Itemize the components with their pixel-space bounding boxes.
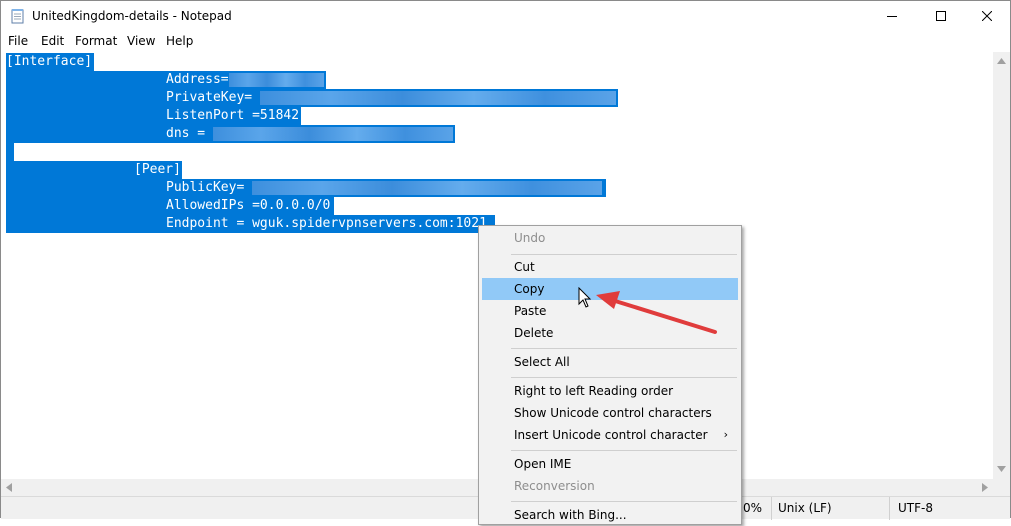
menu-edit[interactable]: Edit — [41, 34, 64, 48]
maximize-button[interactable] — [918, 1, 964, 31]
menu-item-label: Right to left Reading order — [514, 384, 674, 398]
text-line: [Interface] — [6, 53, 92, 71]
privatekey-key: PrivateKey= — [166, 90, 253, 105]
menu-format[interactable]: Format — [75, 34, 117, 48]
vertical-scrollbar[interactable] — [993, 52, 1010, 479]
menu-item-label: Delete — [514, 326, 554, 340]
peer-header: [Peer] — [134, 162, 181, 177]
menu-item-undo[interactable]: Undo — [482, 227, 738, 249]
menu-item-open-ime[interactable]: Open IME — [482, 453, 738, 475]
interface-header: [Interface] — [6, 54, 93, 69]
close-button[interactable] — [964, 1, 1010, 31]
menu-separator — [511, 348, 737, 349]
scroll-left-icon[interactable] — [6, 483, 12, 492]
menu-item-label: Search with Bing... — [514, 508, 627, 522]
notepad-app-icon — [11, 9, 24, 24]
title-bar[interactable]: UnitedKingdom-details - Notepad — [1, 1, 1010, 31]
text-line: AllowedIPs =0.0.0.0/0 — [166, 197, 330, 215]
menu-item-label: Copy — [514, 282, 545, 296]
status-divider — [889, 497, 890, 520]
status-encoding: UTF-8 — [898, 501, 933, 515]
menu-item-show-unicode[interactable]: Show Unicode control characters — [482, 402, 738, 424]
menu-item-insert-unicode[interactable]: Insert Unicode control character › — [482, 424, 738, 446]
status-zoom: 0% — [743, 501, 763, 515]
window-title: UnitedKingdom-details - Notepad — [32, 9, 232, 23]
text-line: PublicKey= — [166, 179, 603, 197]
menu-item-label: Undo — [514, 231, 546, 245]
menu-item-label: Open IME — [514, 457, 572, 471]
menu-bar: File Edit Format View Help — [1, 31, 1010, 52]
dns-key: dns = — [166, 126, 206, 141]
menu-separator — [511, 501, 737, 502]
context-menu: Undo Cut Copy Paste Delete Select All Ri… — [478, 225, 742, 525]
minimize-button[interactable] — [869, 1, 915, 31]
status-divider — [771, 497, 772, 520]
text-line: Address= — [166, 71, 324, 89]
menu-item-label: Paste — [514, 304, 547, 318]
menu-item-label: Show Unicode control characters — [514, 406, 712, 420]
redacted-dns — [212, 126, 453, 141]
redacted-public-key — [252, 180, 603, 195]
status-line-ending: Unix (LF) — [778, 501, 832, 515]
endpoint-line: Endpoint = wguk.spidervpnservers.com:102… — [166, 216, 487, 231]
text-line: dns = — [166, 125, 453, 143]
menu-item-rtl-reading[interactable]: Right to left Reading order — [482, 380, 738, 402]
menu-item-label: Reconversion — [514, 479, 595, 493]
menu-item-search-bing[interactable]: Search with Bing... — [482, 504, 738, 526]
submenu-arrow-icon: › — [723, 428, 728, 441]
menu-item-reconversion[interactable]: Reconversion — [482, 475, 738, 497]
menu-help[interactable]: Help — [166, 34, 193, 48]
publickey-key: PublicKey= — [166, 180, 245, 195]
text-line: [Peer] — [134, 161, 181, 179]
menu-item-label: Insert Unicode control character — [514, 428, 708, 442]
annotation-arrow-icon — [596, 291, 717, 334]
menu-view[interactable]: View — [127, 34, 155, 48]
text-line: PrivateKey= — [166, 89, 616, 107]
minimize-icon — [887, 16, 897, 17]
maximize-icon — [936, 11, 946, 21]
menu-separator — [511, 377, 737, 378]
selection-highlight — [6, 143, 14, 161]
scroll-corner — [993, 479, 1010, 496]
text-line: ListenPort =51842 — [166, 107, 299, 125]
menu-file[interactable]: File — [8, 34, 28, 48]
scroll-down-icon[interactable] — [997, 466, 1006, 472]
scroll-right-icon[interactable] — [982, 483, 988, 492]
redacted-private-key — [259, 90, 616, 105]
menu-item-select-all[interactable]: Select All — [482, 351, 738, 373]
menu-separator — [511, 254, 737, 255]
menu-item-label: Select All — [514, 355, 570, 369]
close-icon — [982, 11, 992, 21]
text-line: Endpoint = wguk.spidervpnservers.com:102… — [166, 215, 487, 233]
menu-item-cut[interactable]: Cut — [482, 256, 738, 278]
allowedips-line: AllowedIPs =0.0.0.0/0 — [166, 198, 331, 213]
menu-separator — [511, 450, 737, 451]
menu-item-label: Cut — [514, 260, 535, 274]
listenport-line: ListenPort =51842 — [166, 108, 300, 123]
address-key: Address= — [166, 72, 229, 87]
scroll-up-icon[interactable] — [997, 58, 1006, 64]
redacted-address — [228, 72, 324, 87]
